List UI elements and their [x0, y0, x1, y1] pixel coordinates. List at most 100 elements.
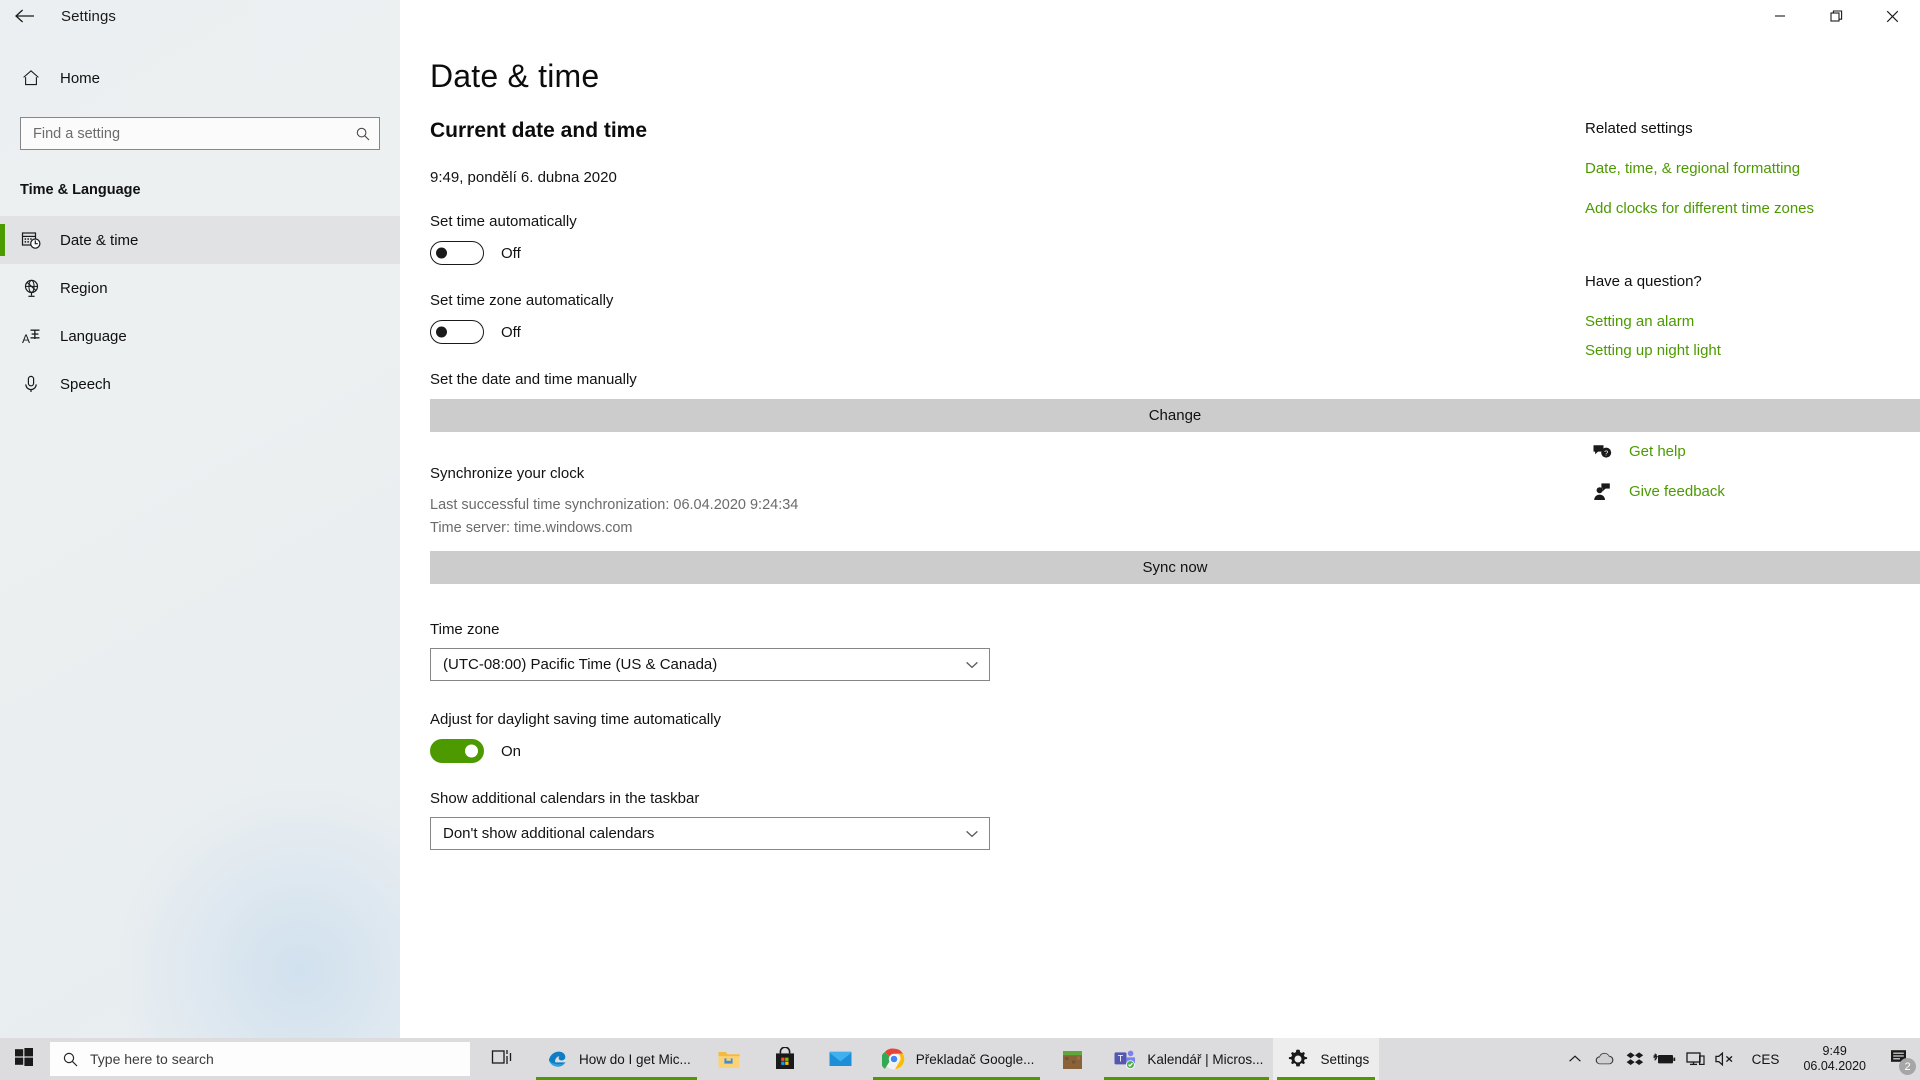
taskbar-item-settings[interactable]: Settings: [1273, 1038, 1380, 1080]
sidebar-item-region-label: Region: [60, 279, 108, 297]
maximize-button[interactable]: [1808, 0, 1864, 32]
taskbar-item-microsoft-store[interactable]: [757, 1038, 813, 1080]
sidebar-item-date-time[interactable]: Date & time: [0, 216, 400, 264]
task-view-button[interactable]: [478, 1038, 526, 1080]
toggle-knob: [465, 744, 478, 758]
window-title: Settings: [61, 7, 116, 25]
set-time-automatically-toggle[interactable]: [430, 241, 484, 265]
taskbar-search-box[interactable]: Type here to search: [50, 1042, 470, 1076]
close-button[interactable]: [1864, 0, 1920, 32]
taskbar: Type here to search How do I get Mic...: [0, 1038, 1920, 1080]
teams-icon: T: [1110, 1048, 1140, 1071]
chevron-down-icon: [955, 660, 989, 670]
taskbar-item-chrome-label: Překladač Google...: [915, 1051, 1035, 1067]
feedback-person-icon: [1585, 482, 1619, 501]
taskbar-clock[interactable]: 9:49 06.04.2020: [1791, 1038, 1878, 1080]
microsoft-store-icon: [770, 1047, 800, 1071]
daylight-saving-toggle[interactable]: [430, 739, 484, 763]
task-view-icon: [491, 1048, 513, 1071]
set-time-automatically-state: Off: [501, 244, 521, 262]
onedrive-icon[interactable]: [1590, 1038, 1620, 1080]
link-date-time-regional-formatting[interactable]: Date, time, & regional formatting: [1585, 160, 1915, 177]
settings-content: Date & time Current date and time 9:49, …: [400, 0, 1920, 1055]
search-icon: [347, 126, 379, 142]
taskbar-item-chrome[interactable]: Překladač Google...: [869, 1038, 1045, 1080]
daylight-saving-label: Adjust for daylight saving time automati…: [430, 711, 721, 728]
chevron-up-icon[interactable]: [1560, 1038, 1590, 1080]
microphone-icon: [14, 374, 48, 394]
have-a-question-heading: Have a question?: [1585, 273, 1702, 290]
taskbar-item-file-explorer[interactable]: [701, 1038, 757, 1080]
set-timezone-automatically-state: Off: [501, 323, 521, 341]
help-chat-icon: ?: [1585, 442, 1619, 461]
link-setting-up-night-light[interactable]: Setting up night light: [1585, 342, 1915, 359]
give-feedback-row[interactable]: Give feedback: [1585, 482, 1915, 501]
minimize-button[interactable]: [1752, 0, 1808, 32]
input-language-indicator[interactable]: CES: [1740, 1038, 1792, 1080]
notification-center-button[interactable]: 2: [1878, 1038, 1920, 1080]
volume-muted-icon[interactable]: [1710, 1038, 1740, 1080]
settings-window: Home Time & Language: [0, 0, 1920, 1055]
sidebar-item-home-label: Home: [60, 69, 101, 87]
time-zone-dropdown[interactable]: (UTC-08:00) Pacific Time (US & Canada): [430, 648, 990, 681]
start-button[interactable]: [0, 1038, 48, 1080]
network-icon[interactable]: [1680, 1038, 1710, 1080]
search-icon: [50, 1051, 90, 1068]
mail-icon: [826, 1049, 856, 1069]
taskbar-item-teams[interactable]: T Kalendář | Micros...: [1100, 1038, 1273, 1080]
sidebar-item-home[interactable]: Home: [0, 58, 400, 98]
additional-calendars-label: Show additional calendars in the taskbar: [430, 790, 700, 807]
time-zone-label: Time zone: [430, 621, 500, 638]
time-zone-value: (UTC-08:00) Pacific Time (US & Canada): [443, 656, 718, 673]
link-add-clocks-time-zones[interactable]: Add clocks for different time zones: [1585, 200, 1915, 217]
link-setting-an-alarm[interactable]: Setting an alarm: [1585, 313, 1915, 330]
home-icon: [14, 68, 48, 88]
dropbox-icon[interactable]: [1620, 1038, 1650, 1080]
get-help-label: Get help: [1629, 443, 1686, 460]
clock-date: 06.04.2020: [1803, 1059, 1866, 1073]
battery-charging-icon[interactable]: [1650, 1038, 1680, 1080]
back-button[interactable]: [2, 0, 48, 32]
additional-calendars-dropdown[interactable]: Don't show additional calendars: [430, 817, 990, 850]
additional-calendars-value: Don't show additional calendars: [443, 825, 655, 842]
minecraft-icon: [1057, 1048, 1087, 1071]
taskbar-item-mail[interactable]: [813, 1038, 869, 1080]
settings-search-box[interactable]: [20, 117, 380, 150]
taskbar-item-edge[interactable]: How do I get Mic...: [532, 1038, 701, 1080]
time-server-text: Time server: time.windows.com: [430, 520, 633, 536]
sidebar-item-speech-label: Speech: [60, 375, 111, 393]
gear-icon: [1283, 1048, 1313, 1070]
sidebar-item-region[interactable]: Region: [0, 264, 400, 312]
related-settings-rail: Related settings Date, time, & regional …: [1585, 120, 1915, 501]
taskbar-item-minecraft[interactable]: [1044, 1038, 1100, 1080]
edge-icon: [542, 1047, 572, 1071]
search-input[interactable]: [21, 118, 347, 149]
sync-now-button[interactable]: Sync now: [430, 551, 1920, 584]
calendar-clock-icon: [14, 229, 48, 251]
window-controls: [1752, 0, 1920, 32]
related-settings-heading: Related settings: [1585, 120, 1693, 137]
clock-time: 9:49: [1822, 1044, 1847, 1058]
taskbar-item-settings-label: Settings: [1320, 1051, 1370, 1067]
notification-count-badge: 2: [1899, 1058, 1916, 1075]
sidebar-item-language-label: Language: [60, 327, 127, 345]
daylight-saving-state: On: [501, 742, 522, 760]
set-timezone-automatically-toggle[interactable]: [430, 320, 484, 344]
give-feedback-label: Give feedback: [1629, 483, 1725, 500]
taskbar-item-teams-label: Kalendář | Micros...: [1147, 1051, 1264, 1067]
sidebar-nav-list: Date & time Region A Language Speech: [0, 216, 400, 408]
language-icon: A: [14, 326, 48, 347]
svg-text:A: A: [22, 332, 30, 346]
globe-icon: [14, 278, 48, 299]
taskbar-items: How do I get Mic... Překladač Google... …: [532, 1038, 1380, 1080]
get-help-row[interactable]: ? Get help: [1585, 442, 1915, 461]
chrome-icon: [879, 1047, 909, 1071]
taskbar-item-edge-label: How do I get Mic...: [579, 1051, 691, 1067]
sidebar-item-speech[interactable]: Speech: [0, 360, 400, 408]
toggle-knob: [436, 326, 447, 338]
system-tray: CES 9:49 06.04.2020 2: [1560, 1038, 1920, 1080]
sidebar-item-language[interactable]: A Language: [0, 312, 400, 360]
page-title: Date & time: [430, 58, 600, 94]
taskbar-search-placeholder: Type here to search: [90, 1051, 214, 1067]
toggle-knob: [436, 247, 447, 259]
